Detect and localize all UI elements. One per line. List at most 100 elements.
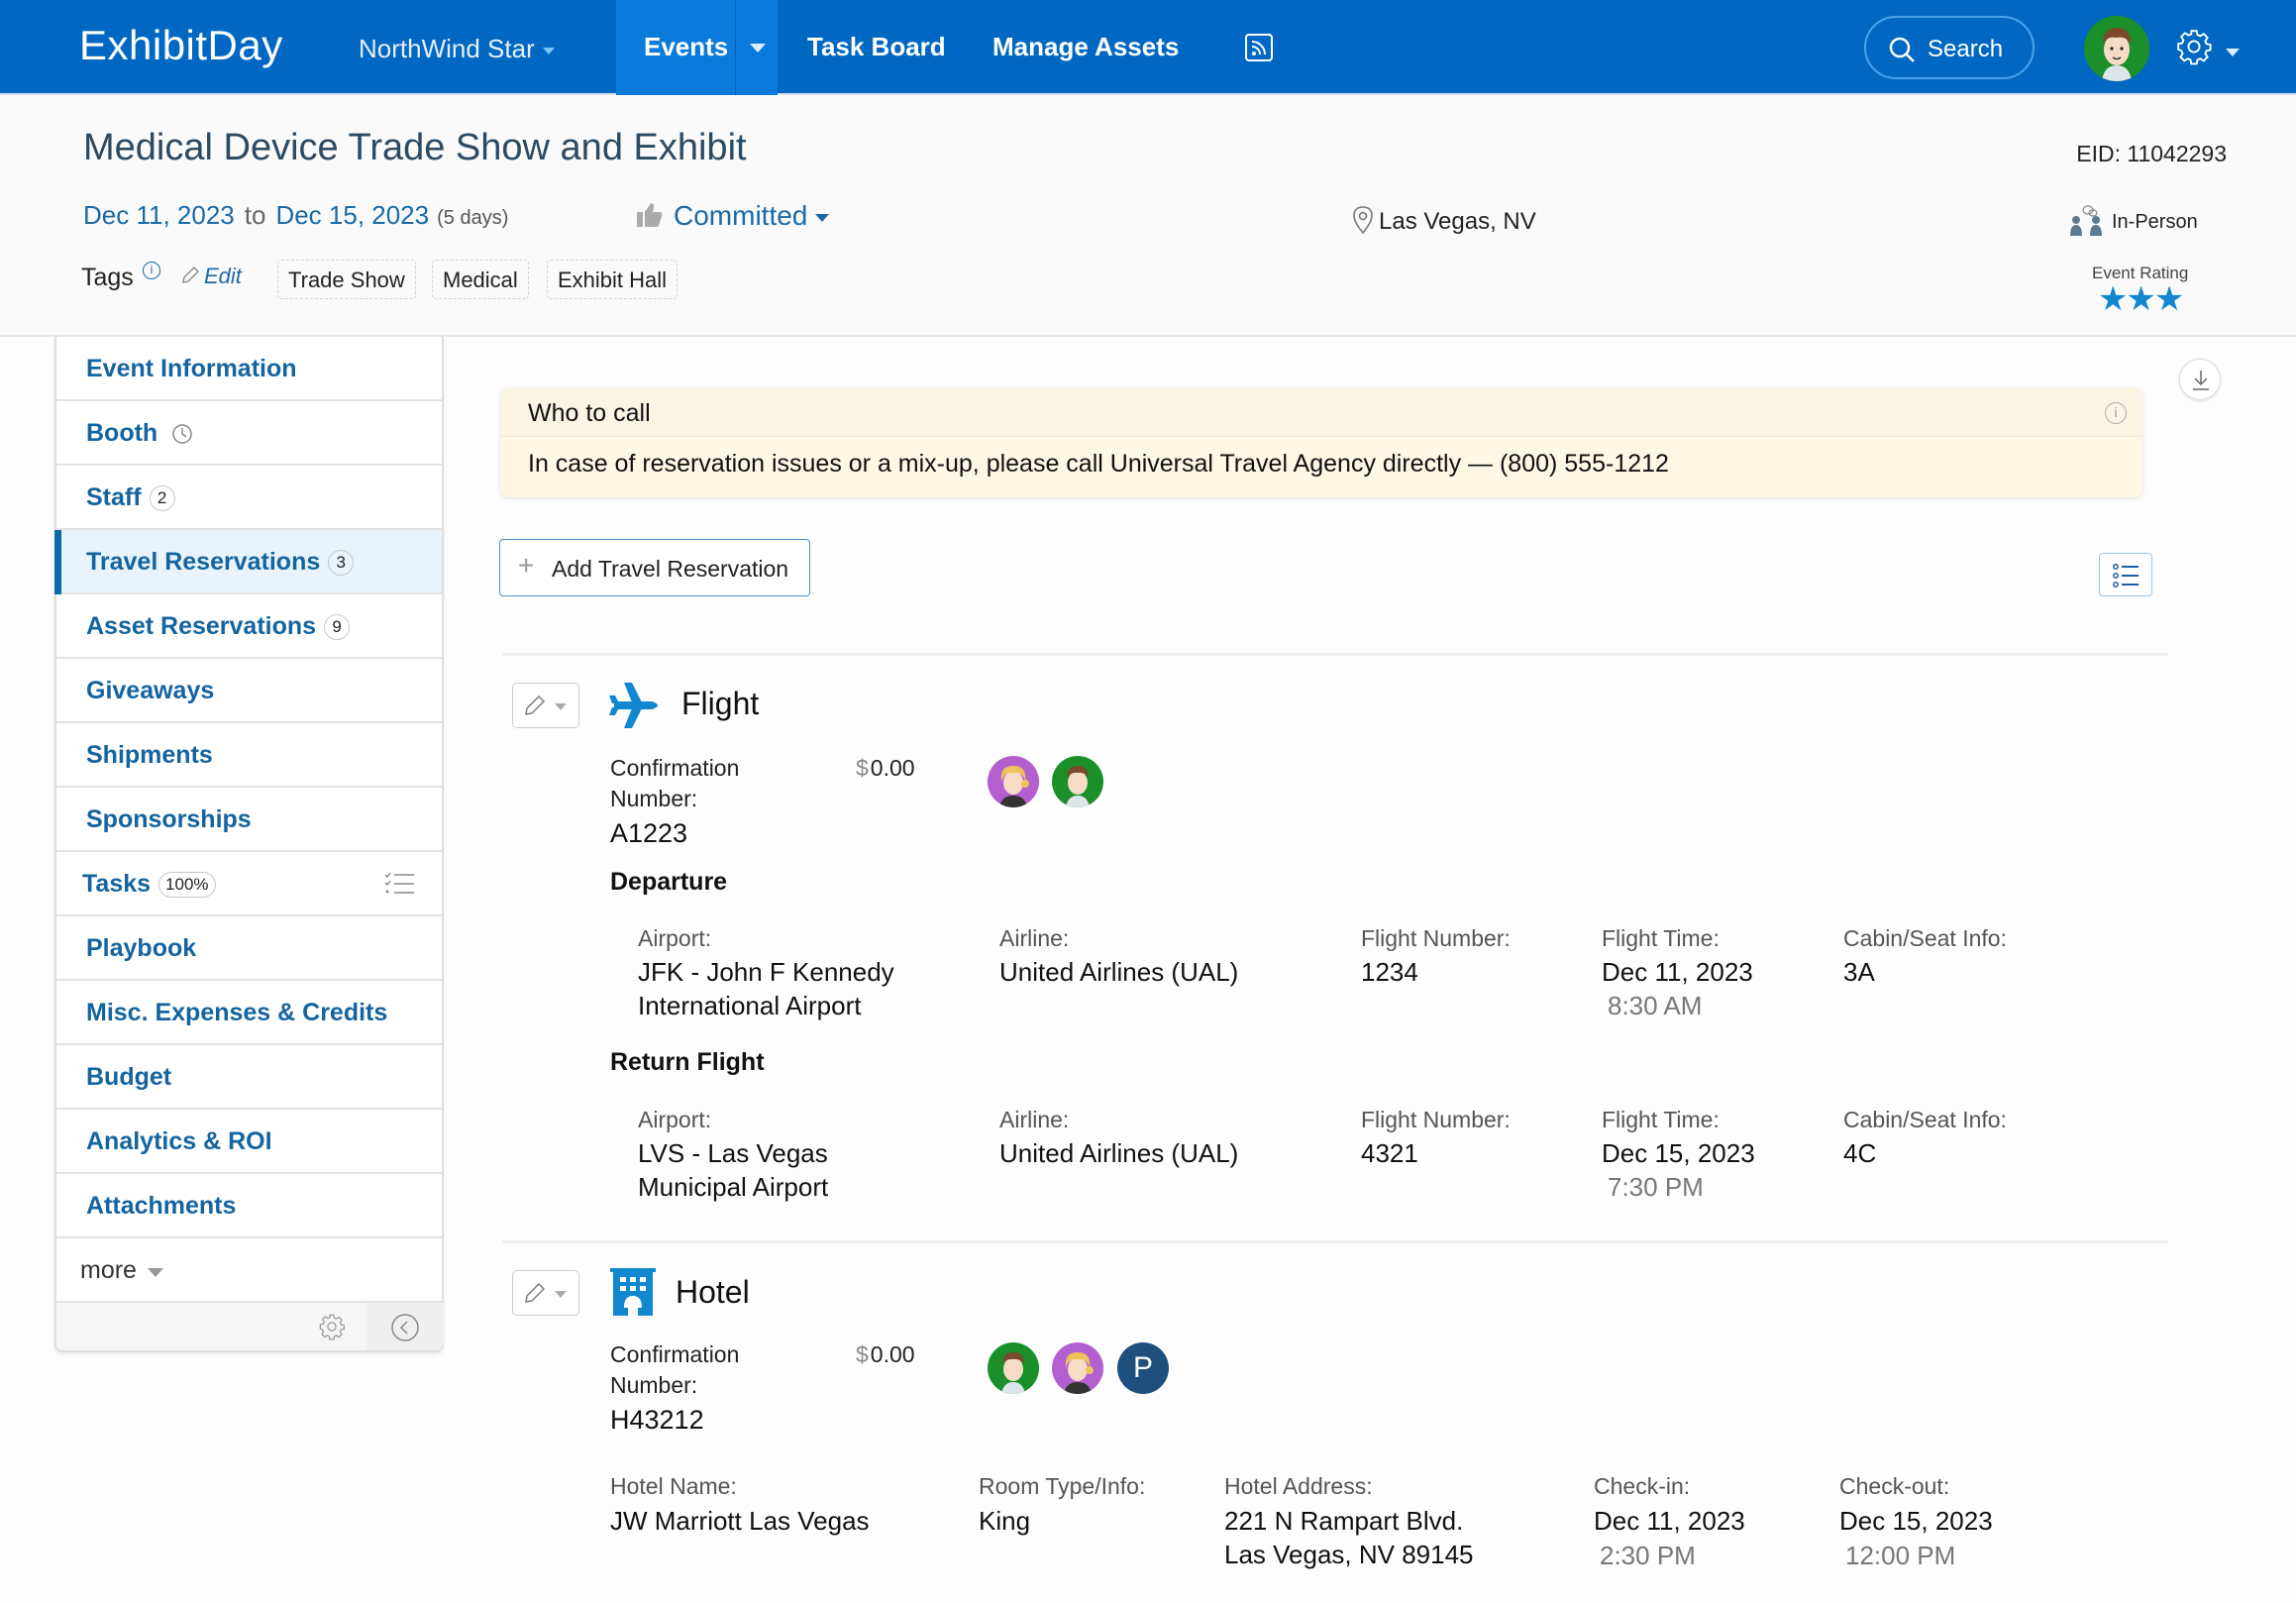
event-id: EID: 11042293 [2076, 141, 2227, 166]
sidebar-item-analytics[interactable]: Analytics & ROI [56, 1110, 442, 1174]
callout-body: In case of reservation issues or a mix-u… [528, 450, 1669, 478]
list-view-button[interactable] [2099, 553, 2152, 596]
tag[interactable]: Trade Show [277, 260, 416, 299]
field-label: Check-in: [1594, 1473, 1691, 1499]
sidebar-item-playbook[interactable]: Playbook [56, 916, 442, 981]
traveler-avatar[interactable] [988, 756, 1039, 807]
clock-icon [172, 424, 192, 445]
sidebar-item-label: Misc. Expenses & Credits [86, 999, 388, 1026]
nav-manage-assets[interactable]: Manage Assets [992, 32, 1179, 62]
departure-heading: Departure [610, 868, 728, 896]
status-dropdown[interactable]: Committed [636, 200, 830, 232]
duration: (5 days) [437, 207, 509, 229]
format-text: In-Person [2112, 211, 2198, 233]
sidebar-item-booth[interactable]: Booth [56, 401, 442, 466]
traveler-avatar[interactable] [1052, 1342, 1103, 1394]
edit-reservation-button[interactable] [512, 683, 579, 728]
star-icon[interactable]: ★ [2154, 280, 2185, 318]
sidebar-item-budget[interactable]: Budget [56, 1045, 442, 1110]
reservation-cost: $0.00 [856, 1341, 915, 1368]
chevron-down-icon [555, 703, 567, 710]
callout-title: Who to call [528, 399, 651, 427]
field-label: Check-out: [1839, 1473, 1950, 1499]
departure-flight-number: 1234 [1361, 957, 1418, 987]
star-icon[interactable]: ★ [2098, 280, 2129, 318]
confirmation-label: Confirmation Number: [610, 755, 740, 811]
end-date[interactable]: Dec 15, 2023 [275, 200, 429, 230]
departure-airport: JFK - John F Kennedy International Airpor… [638, 955, 894, 1022]
sidebar-item-label: Playbook [86, 934, 197, 962]
tag[interactable]: Medical [432, 260, 529, 299]
rss-feed-icon[interactable] [1245, 34, 1273, 61]
progress-badge: 100% [158, 872, 216, 899]
sidebar-item-tasks[interactable]: Tasks 100% [56, 852, 442, 916]
tag[interactable]: Exhibit Hall [547, 260, 678, 299]
sidebar-item-asset-reservations[interactable]: Asset Reservations 9 [56, 594, 442, 659]
download-icon [2193, 371, 2209, 390]
sidebar-item-staff[interactable]: Staff 2 [56, 466, 442, 530]
field-label: Flight Time: [1602, 1107, 1720, 1132]
count-badge: 3 [328, 550, 355, 577]
hotel-address: 221 N Rampart Blvd. Las Vegas, NV 89145 [1224, 1504, 1474, 1571]
download-button[interactable] [2179, 359, 2221, 400]
traveler-avatar[interactable] [988, 1342, 1039, 1394]
reservation-type: Hotel [676, 1274, 750, 1310]
hotel-building-icon [610, 1268, 656, 1316]
sidebar-item-shipments[interactable]: Shipments [56, 723, 442, 788]
add-travel-reservation-button[interactable]: + Add Travel Reservation [499, 539, 810, 596]
sidebar-more-toggle[interactable]: more [56, 1238, 442, 1303]
return-seat: 4C [1843, 1138, 1877, 1168]
chevron-down-icon [815, 213, 830, 222]
info-icon[interactable]: i [2105, 402, 2127, 424]
edit-tags-link[interactable]: Edit [180, 264, 242, 289]
traveler-initial-avatar[interactable]: P [1117, 1342, 1169, 1394]
event-title: Medical Device Trade Show and Exhibit [83, 127, 747, 168]
nav-events[interactable]: Events [616, 0, 778, 95]
date-separator: to [244, 200, 266, 230]
sidebar-item-label: Sponsorships [86, 805, 252, 833]
field-label: Flight Number: [1361, 925, 1511, 951]
search-button[interactable]: Search [1864, 16, 2035, 79]
event-header: Medical Device Trade Show and Exhibit EI… [0, 97, 2296, 337]
sidebar-item-attachments[interactable]: Attachments [56, 1174, 442, 1238]
confirmation-number: H43212 [610, 1405, 704, 1435]
sidebar-item-sponsorships[interactable]: Sponsorships [56, 788, 442, 852]
traveler-avatar[interactable] [1052, 756, 1103, 807]
return-heading: Return Flight [610, 1048, 765, 1076]
currency: $ [856, 1341, 869, 1367]
sidebar-item-label: Budget [86, 1063, 172, 1091]
sidebar-item-misc-expenses[interactable]: Misc. Expenses & Credits [56, 981, 442, 1045]
pencil-icon [525, 1283, 545, 1303]
nav-task-board[interactable]: Task Board [807, 32, 946, 62]
sidebar-item-event-information[interactable]: Event Information [56, 337, 442, 401]
settings-gear-icon[interactable] [2175, 28, 2213, 65]
airport-line: LVS - Las Vegas [638, 1138, 828, 1168]
status-label: Committed [674, 200, 808, 231]
account-switcher[interactable]: NorthWind Star [359, 34, 555, 64]
nav-events-label[interactable]: Events [644, 32, 728, 62]
info-icon[interactable]: i [143, 262, 160, 279]
checkout-date: Dec 15, 2023 [1839, 1506, 1993, 1536]
hotel-name: JW Marriott Las Vegas [610, 1506, 870, 1536]
edit-reservation-button[interactable] [512, 1270, 579, 1316]
sidebar-item-travel-reservations[interactable]: Travel Reservations 3 [54, 530, 442, 594]
list-icon [2113, 564, 2139, 588]
return-time: 7:30 PM [1608, 1172, 1704, 1202]
sidebar-settings-icon[interactable] [318, 1313, 346, 1340]
start-date[interactable]: Dec 11, 2023 [83, 200, 235, 230]
sidebar-item-label: Giveaways [86, 677, 215, 704]
star-icon[interactable]: ★ [2126, 280, 2156, 318]
sidebar-item-giveaways[interactable]: Giveaways [56, 659, 442, 723]
events-dropdown-icon[interactable] [750, 44, 766, 53]
settings-dropdown-icon[interactable] [2226, 49, 2240, 56]
airport-line: JFK - John F Kennedy [638, 957, 894, 987]
chevron-down-icon [148, 1268, 163, 1277]
sidebar-item-label: Booth [86, 419, 158, 447]
address-line: 221 N Rampart Blvd. [1224, 1506, 1464, 1536]
count-badge: 2 [149, 485, 175, 512]
rating-stars[interactable]: ★★★ [2092, 280, 2188, 318]
user-avatar[interactable] [2084, 16, 2149, 81]
collapse-sidebar-button[interactable] [366, 1303, 444, 1350]
task-list-icon[interactable] [384, 872, 414, 896]
brand-logo[interactable]: ExhibitDay [79, 22, 283, 69]
